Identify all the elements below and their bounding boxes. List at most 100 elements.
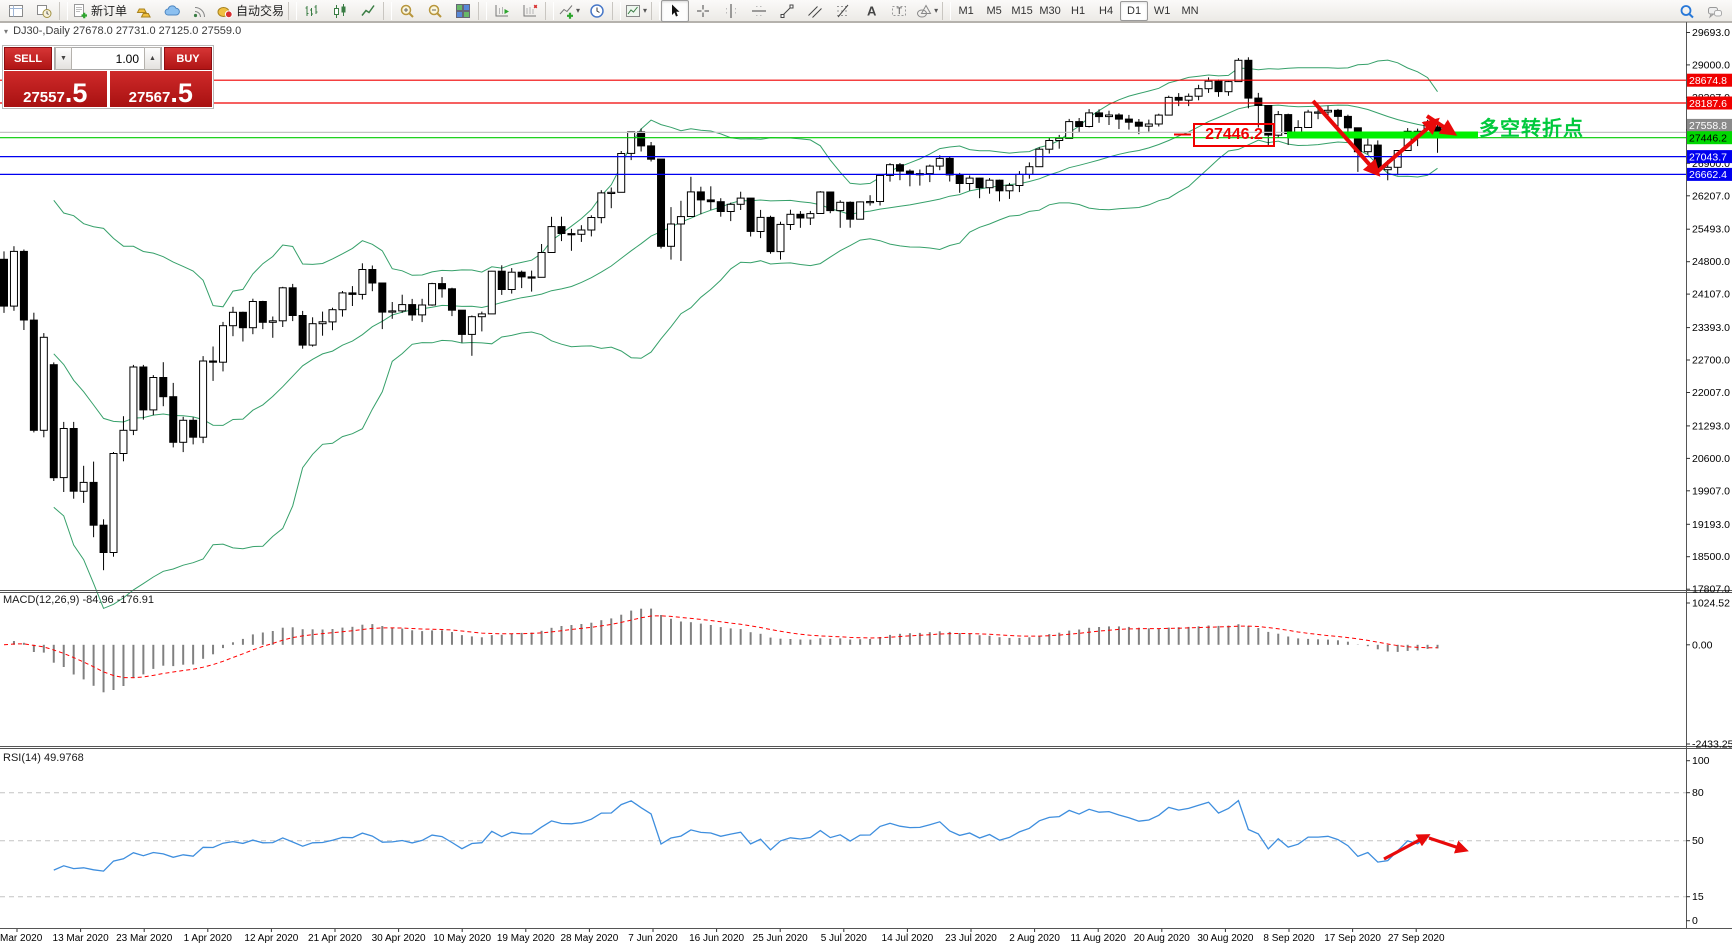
chart-symbol-title: ▾ DJ30-,Daily 27678.0 27731.0 27125.0 27… <box>4 25 241 37</box>
toolbar-button-signal[interactable] <box>186 0 214 22</box>
toolbar-button-search[interactable] <box>1673 1 1701 23</box>
timeframe-button-mn[interactable]: MN <box>1176 1 1204 21</box>
price-line-badge-text: 28187.6 <box>1689 98 1727 110</box>
price-tick-label: 19907.0 <box>1692 485 1730 497</box>
toolbar-button-label: 新订单 <box>91 2 127 19</box>
toolbar-button-linechart[interactable] <box>354 0 382 22</box>
timeframe-button-m15[interactable]: M15 <box>1008 1 1036 21</box>
candle-body <box>558 227 565 234</box>
timeframe-button-h4[interactable]: H4 <box>1092 1 1120 21</box>
candle-body <box>419 305 426 315</box>
timeframe-button-d1[interactable]: D1 <box>1120 1 1148 21</box>
toolbar-button-cursor[interactable] <box>661 0 689 22</box>
candle-body <box>797 214 804 218</box>
candle-body <box>1255 98 1262 105</box>
toolbar-button-candles[interactable] <box>326 0 354 22</box>
date-tick-label: 12 Apr 2020 <box>244 933 298 944</box>
price-line-badge-text: 26662.4 <box>1689 169 1727 181</box>
candle-body <box>598 193 605 218</box>
toolbar-button-tiles[interactable] <box>449 0 477 22</box>
date-tick-label: 19 May 2020 <box>497 933 555 944</box>
sell-price-display[interactable]: 27557 .5 <box>4 71 107 107</box>
date-tick-label: 1 Apr 2020 <box>184 933 233 944</box>
toolbar-button-clock[interactable] <box>583 0 611 22</box>
toolbar-button-text-a[interactable]: A <box>857 0 885 22</box>
toolbar-button-new-order[interactable]: 新订单 <box>69 0 130 22</box>
timeframe-button-m30[interactable]: M30 <box>1036 1 1064 21</box>
toolbar-button-trendline[interactable] <box>773 0 801 22</box>
candle-body <box>448 289 455 310</box>
candle-body <box>867 202 874 203</box>
candle-body <box>249 302 256 328</box>
candle-body <box>1215 81 1222 91</box>
candle-body <box>648 146 655 159</box>
candle-body <box>349 293 356 295</box>
hline-icon <box>751 3 767 19</box>
toolbar-button-shapes[interactable]: ▾ <box>913 0 941 22</box>
candle-body <box>767 217 774 251</box>
volume-decrease-button[interactable]: ▼ <box>55 47 72 70</box>
candle-body <box>269 321 276 323</box>
volume-increase-button[interactable]: ▲ <box>144 47 161 70</box>
toolbar-button-zoom-in[interactable] <box>393 0 421 22</box>
candle-body <box>1205 81 1212 89</box>
buy-price-display[interactable]: 27567 .5 <box>110 71 213 107</box>
toolbar-button-autotrade[interactable]: 自动交易 <box>214 0 287 22</box>
volume-field[interactable]: ▼ 1.00 ▲ <box>54 47 162 70</box>
timeframe-button-h1[interactable]: H1 <box>1064 1 1092 21</box>
toolbar-button-vline[interactable] <box>717 0 745 22</box>
candle-body <box>200 361 207 437</box>
toolbar-button-cloud[interactable] <box>158 0 186 22</box>
crosshair-icon <box>695 3 711 19</box>
candle-body <box>1155 115 1162 124</box>
toolbar-button-zoom-out[interactable] <box>421 0 449 22</box>
candle-body <box>1185 96 1192 100</box>
pivot-text-label[interactable]: 多空转折点 <box>1479 112 1584 141</box>
candle-body <box>1145 124 1152 126</box>
candle-body <box>90 482 97 525</box>
toolbar-button-crosshair[interactable] <box>689 0 717 22</box>
toolbar-button-gold[interactable] <box>130 0 158 22</box>
candle-body <box>319 322 326 324</box>
toolbar-button-layout[interactable]: ▾ <box>622 0 650 22</box>
timeframe-button-w1[interactable]: W1 <box>1148 1 1176 21</box>
toolbar-separator <box>545 2 554 20</box>
volume-value[interactable]: 1.00 <box>72 52 144 66</box>
candle-body <box>299 316 306 346</box>
toolbar-button-hline[interactable] <box>745 0 773 22</box>
candle-body <box>1056 138 1063 140</box>
toolbar-button-market-watch[interactable] <box>30 0 58 22</box>
toolbar-button-autoscroll[interactable] <box>488 0 516 22</box>
candle-body <box>658 159 665 246</box>
pivot-price-label[interactable]: 27446.2 <box>1193 123 1275 147</box>
toolbar-button-chat[interactable] <box>1701 1 1729 23</box>
candle-body <box>1344 116 1351 127</box>
toolbar-button-shift[interactable] <box>516 0 544 22</box>
market-watch-icon <box>36 3 52 19</box>
timeframe-button-m5[interactable]: M5 <box>980 1 1008 21</box>
sell-button[interactable]: SELL <box>4 47 52 70</box>
candle-body <box>1235 60 1242 81</box>
sell-price-main: 27557 <box>23 90 65 105</box>
candle-body <box>548 227 555 253</box>
price-line-badge-text: 28674.8 <box>1689 75 1727 87</box>
price-tick-label: 22700.0 <box>1692 355 1730 367</box>
toolbar-button-channel[interactable] <box>801 0 829 22</box>
toolbar-button-chart-grid[interactable] <box>2 0 30 22</box>
candle-body <box>279 288 286 321</box>
toolbar-button-indicator-add[interactable]: ▾ <box>555 0 583 22</box>
toolbar-button-bars[interactable] <box>298 0 326 22</box>
chart-grid-icon <box>8 3 24 19</box>
layout-icon <box>625 3 641 19</box>
timeframe-button-m1[interactable]: M1 <box>952 1 980 21</box>
candle-body <box>847 202 854 219</box>
candle-body <box>518 272 525 277</box>
toolbar-button-fibo[interactable] <box>829 0 857 22</box>
chart-canvas[interactable]: 29693.029000.028307.027614.026900.026207… <box>0 0 1732 946</box>
candle-body <box>1076 122 1083 127</box>
toolbar-button-label-t[interactable]: T <box>885 0 913 22</box>
buy-button[interactable]: BUY <box>164 47 212 70</box>
symbol-icon: ▾ <box>4 27 8 36</box>
candle-body <box>1086 113 1093 127</box>
candle-body <box>1115 115 1122 119</box>
